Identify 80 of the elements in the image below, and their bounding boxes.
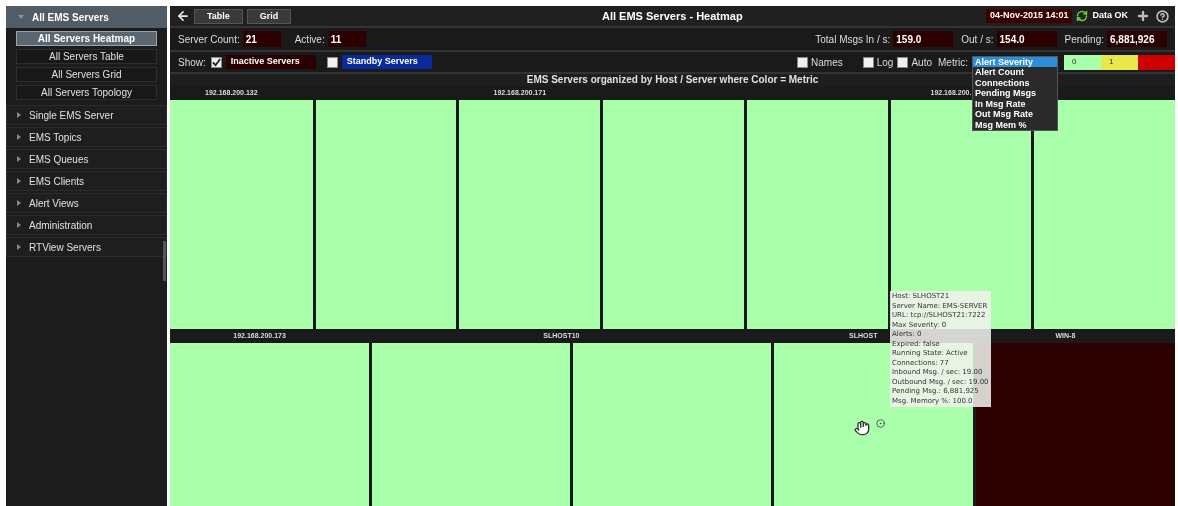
sidebar-subitem[interactable]: All Servers Table: [16, 49, 157, 64]
sidebar-section-label: Alert Views: [29, 196, 79, 211]
metric-option[interactable]: Connections: [973, 77, 1057, 88]
toggle-label: Inactive Servers: [225, 55, 316, 69]
heatmap-tile[interactable]: [459, 100, 601, 329]
checkbox[interactable]: [897, 56, 909, 68]
plus-icon[interactable]: [1136, 9, 1150, 23]
stat-label: Out / s:: [961, 32, 994, 47]
stat-value: 21: [242, 31, 281, 47]
sidebar-section[interactable]: Administration: [6, 215, 167, 235]
metric-option[interactable]: Alert Count: [973, 67, 1057, 78]
expand-arrow-icon: [17, 244, 21, 250]
expand-arrow-icon: [17, 156, 21, 162]
sidebar-section[interactable]: EMS Queues: [6, 149, 167, 169]
option-label: Auto: [911, 55, 932, 70]
heatmap-tile[interactable]: [315, 100, 457, 329]
sidebar-section-label: EMS Topics: [29, 130, 82, 145]
sidebar-section-label: Single EMS Server: [29, 108, 114, 123]
collapse-arrow-icon: [18, 15, 24, 19]
sidebar-section[interactable]: EMS Topics: [6, 127, 167, 147]
metric-option[interactable]: In Msg Rate: [973, 98, 1057, 109]
option-label: Names: [811, 55, 843, 70]
data-status: Data OK: [1092, 9, 1128, 23]
expand-arrow-icon: [17, 200, 21, 206]
datetime: 04-Nov-2015 14:01: [985, 9, 1073, 23]
sidebar-section[interactable]: EMS Clients: [6, 171, 167, 191]
stat-value: 154.0: [996, 31, 1057, 47]
sidebar-header-label: All EMS Servers: [32, 10, 109, 25]
stat-label: Server Count:: [178, 32, 240, 47]
view-button[interactable]: Table: [194, 8, 243, 24]
checkbox[interactable]: [326, 56, 338, 68]
metric-option[interactable]: Pending Msgs: [973, 88, 1057, 99]
metric-option[interactable]: Out Msg Rate: [973, 109, 1057, 120]
sidebar-section-label: Administration: [29, 218, 93, 233]
sidebar-section-label: EMS Queues: [29, 152, 89, 167]
option-label: Log: [876, 55, 894, 70]
sidebar-section-label: EMS Clients: [29, 174, 84, 189]
sidebar-subitem[interactable]: All Servers Heatmap: [16, 31, 157, 46]
metric-label: Metric:: [938, 55, 968, 70]
checkbox[interactable]: [797, 56, 809, 68]
sidebar-section[interactable]: Single EMS Server: [6, 105, 167, 125]
sidebar-subitem[interactable]: All Servers Grid: [16, 67, 157, 82]
heatmap-tile[interactable]: [372, 343, 570, 506]
checkbox[interactable]: [210, 56, 222, 68]
view-button[interactable]: Grid: [246, 8, 292, 24]
legend-swatch: 0: [1064, 54, 1101, 70]
heatmap-tile[interactable]: [572, 343, 771, 506]
hand-cursor-icon: [854, 420, 870, 436]
heatmap-tile[interactable]: [746, 100, 888, 329]
page-title: All EMS Servers - Heatmap: [602, 8, 743, 24]
expand-arrow-icon: [17, 178, 21, 184]
toggle-label: Standby Servers: [341, 55, 432, 69]
heatmap-tile[interactable]: [603, 100, 744, 329]
sidebar-section-label: RTView Servers: [29, 240, 101, 255]
refresh-icon[interactable]: [1076, 10, 1089, 22]
stat-value: 159.0: [893, 31, 954, 47]
heatmap-tile[interactable]: [170, 100, 313, 329]
heatmap-tile[interactable]: [1034, 100, 1175, 329]
checkbox[interactable]: [862, 56, 874, 68]
expand-arrow-icon: [17, 134, 21, 140]
heatmap-tile[interactable]: [170, 343, 370, 506]
stat-label: Total Msgs In / s:: [815, 32, 891, 47]
stat-value: 11: [327, 31, 366, 47]
stat-label: Pending:: [1064, 32, 1104, 47]
sidebar-section[interactable]: RTView Servers: [6, 237, 167, 257]
sidebar-section[interactable]: Alert Views: [6, 193, 167, 213]
sidebar-header[interactable]: All EMS Servers: [6, 6, 167, 28]
legend-swatch: 1: [1101, 54, 1138, 70]
stat-value: 6,881,926: [1107, 31, 1167, 47]
show-label: Show:: [178, 55, 206, 70]
scrollbar-thumb[interactable]: [163, 241, 166, 281]
help-icon[interactable]: [1156, 9, 1169, 23]
sidebar-subitem[interactable]: All Servers Topology: [16, 85, 157, 100]
circle-dot-icon: [876, 419, 885, 428]
back-arrow-icon[interactable]: [176, 9, 190, 23]
expand-arrow-icon: [17, 222, 21, 228]
metric-option[interactable]: Msg Mem %: [973, 119, 1057, 130]
metric-dropdown[interactable]: Alert Severity Alert Count Connections Pending Msgs In Msg Rate Out Msg Rate Msg Mem %: [972, 55, 1058, 131]
expand-arrow-icon: [17, 112, 21, 118]
stat-label: Active:: [294, 32, 325, 47]
